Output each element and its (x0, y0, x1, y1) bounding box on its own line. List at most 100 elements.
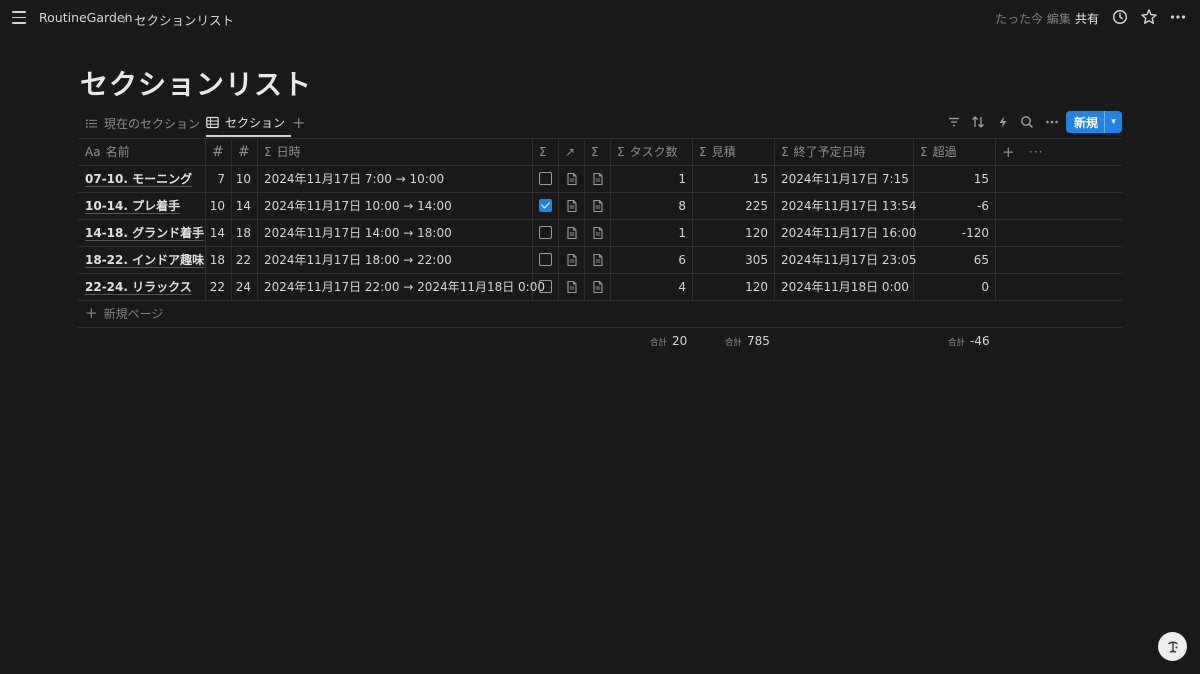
sum-over[interactable]: 合計 -46 (948, 334, 990, 348)
column-header-formula[interactable]: Σ (532, 138, 558, 165)
row-name[interactable]: 22-24. リラックス (85, 273, 192, 300)
page-icon[interactable] (591, 172, 605, 186)
row-end[interactable]: 24 (231, 273, 251, 300)
help-icon (1167, 641, 1178, 653)
row-end[interactable]: 22 (231, 246, 251, 273)
page-icon[interactable] (565, 253, 579, 267)
row-over[interactable]: -120 (913, 219, 989, 246)
filter-icon[interactable] (946, 114, 962, 130)
row-tasks[interactable]: 6 (610, 246, 686, 273)
page-icon[interactable] (565, 226, 579, 240)
row-end-time[interactable]: 2024年11月17日 13:54 (781, 192, 916, 219)
row-name[interactable]: 14-18. グランド着手 (85, 219, 204, 246)
breadcrumb-page[interactable]: セクションリスト (134, 10, 234, 29)
sort-icon[interactable] (970, 114, 986, 130)
row-estimate[interactable]: 120 (692, 273, 768, 300)
row-tasks[interactable]: 4 (610, 273, 686, 300)
row-start[interactable]: 22 (205, 273, 225, 300)
column-header-formula[interactable]: Σ (584, 138, 610, 165)
column-header-tasks[interactable]: Σ タスク数 (610, 138, 692, 165)
row-estimate[interactable]: 15 (692, 165, 768, 192)
row-end-time[interactable]: 2024年11月17日 23:05 (781, 246, 916, 273)
row-over[interactable]: -6 (913, 192, 989, 219)
formula-icon: Σ (781, 144, 789, 159)
row-name[interactable]: 07-10. モーニング (85, 165, 192, 192)
column-header-relation[interactable]: ↗ (558, 138, 584, 165)
row-end-time[interactable]: 2024年11月18日 0:00 (781, 273, 909, 300)
row-name[interactable]: 10-14. プレ着手 (85, 192, 180, 219)
page-icon[interactable] (591, 280, 605, 294)
history-icon[interactable] (1111, 8, 1129, 26)
menu-icon[interactable] (12, 11, 26, 24)
add-view-icon[interactable]: + (292, 113, 305, 132)
row-tasks[interactable]: 1 (610, 219, 686, 246)
row-checkbox[interactable] (539, 226, 552, 239)
table-icon (206, 116, 219, 129)
page-icon[interactable] (591, 226, 605, 240)
breadcrumb-workspace[interactable]: RoutineGarden (39, 10, 133, 25)
page-icon[interactable] (565, 199, 579, 213)
new-button[interactable]: 新規 (1066, 114, 1104, 131)
page-icon[interactable] (591, 253, 605, 267)
page-icon[interactable] (565, 172, 579, 186)
column-header-over[interactable]: Σ 超過 (913, 138, 995, 165)
column-header-start[interactable]: # (205, 138, 231, 165)
formula-icon: Σ (539, 144, 547, 159)
row-checkbox[interactable] (539, 172, 552, 185)
help-button[interactable] (1158, 632, 1187, 661)
row-end-time[interactable]: 2024年11月17日 7:15 (781, 165, 909, 192)
column-header-end-time[interactable]: Σ 終了予定日時 (774, 138, 913, 165)
row-start[interactable]: 18 (205, 246, 225, 273)
more-icon[interactable] (1169, 8, 1187, 26)
tab-current-sections[interactable]: 現在のセクション (85, 110, 200, 137)
row-start[interactable]: 14 (205, 219, 225, 246)
row-checkbox-checked[interactable] (539, 199, 552, 212)
more-options-icon[interactable] (1044, 114, 1060, 130)
row-datetime[interactable]: 2024年11月17日 14:00 → 18:00 (264, 219, 452, 246)
tab-sections[interactable]: セクション (206, 110, 292, 137)
row-tasks[interactable]: 1 (610, 165, 686, 192)
sum-value: -46 (970, 334, 990, 348)
sum-label: 合計 (948, 338, 966, 348)
row-start[interactable]: 10 (205, 192, 225, 219)
column-header-end[interactable]: # (231, 138, 257, 165)
page-icon[interactable] (591, 199, 605, 213)
sum-tasks[interactable]: 合計 20 (650, 334, 687, 348)
row-name[interactable]: 18-22. インドア趣味 (85, 246, 204, 273)
share-button[interactable]: 共有 (1075, 10, 1099, 27)
row-over[interactable]: 15 (913, 165, 989, 192)
row-estimate[interactable]: 225 (692, 192, 768, 219)
column-header-datetime[interactable]: Σ 日時 (257, 138, 532, 165)
column-label: 見積 (711, 145, 736, 159)
row-datetime[interactable]: 2024年11月17日 22:00 → 2024年11月18日 0:00 (264, 273, 545, 300)
row-estimate[interactable]: 305 (692, 246, 768, 273)
search-icon[interactable] (1019, 114, 1035, 130)
row-over[interactable]: 65 (913, 246, 989, 273)
row-checkbox[interactable] (539, 280, 552, 293)
divider (78, 300, 1122, 301)
edited-status: たった今 編集 (995, 12, 1071, 26)
chevron-down-icon[interactable]: ▾ (1105, 117, 1122, 127)
add-page-button[interactable]: + 新規ページ (85, 304, 163, 322)
page-title[interactable]: セクションリスト (80, 63, 312, 103)
row-start[interactable]: 7 (205, 165, 225, 192)
row-end-time[interactable]: 2024年11月17日 16:00 (781, 219, 916, 246)
star-icon[interactable] (1140, 8, 1158, 26)
column-header-name[interactable]: Aa 名前 (78, 138, 205, 165)
row-datetime[interactable]: 2024年11月17日 10:00 → 14:00 (264, 192, 452, 219)
row-tasks[interactable]: 8 (610, 192, 686, 219)
row-estimate[interactable]: 120 (692, 219, 768, 246)
row-over[interactable]: 0 (913, 273, 989, 300)
more-properties-icon[interactable]: ··· (1022, 138, 1052, 165)
row-end[interactable]: 10 (231, 165, 251, 192)
row-datetime[interactable]: 2024年11月17日 18:00 → 22:00 (264, 246, 452, 273)
number-property-icon: # (238, 143, 250, 160)
sum-estimate[interactable]: 合計 785 (725, 334, 770, 348)
column-header-estimate[interactable]: Σ 見積 (692, 138, 774, 165)
row-end[interactable]: 18 (231, 219, 251, 246)
page-icon[interactable] (565, 280, 579, 294)
row-checkbox[interactable] (539, 253, 552, 266)
automation-icon[interactable] (995, 114, 1011, 130)
row-datetime[interactable]: 2024年11月17日 7:00 → 10:00 (264, 165, 444, 192)
row-end[interactable]: 14 (231, 192, 251, 219)
